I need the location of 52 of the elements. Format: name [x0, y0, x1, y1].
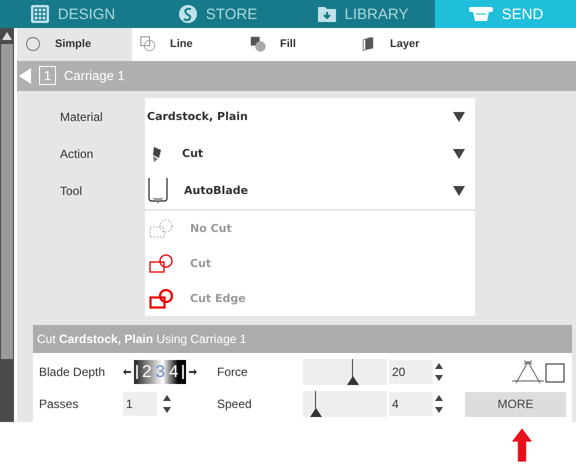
setting-dropdown[interactable]: AutoBlade: [145, 172, 475, 209]
passes-field[interactable]: 1: [123, 392, 157, 416]
blade-depth-dial[interactable]: 2 3 4: [134, 360, 186, 384]
scroll-bar[interactable]: [0, 28, 14, 422]
tool-holder-icon: [147, 178, 169, 204]
scroll-up-icon[interactable]: [2, 32, 12, 40]
dial-digit: 3: [155, 362, 165, 382]
cut-shapes-icon: [149, 254, 175, 274]
setting-dropdown[interactable]: Cardstock, Plain: [145, 98, 475, 135]
force-field[interactable]: 20: [389, 360, 433, 384]
slider-thumb[interactable]: [310, 408, 322, 417]
speed-slider[interactable]: [303, 391, 387, 417]
dial-digit: 4: [168, 362, 178, 382]
blade-depth-label: Blade Depth: [39, 365, 106, 379]
folder-download-icon: [316, 4, 337, 24]
spinner-icon[interactable]: [435, 394, 443, 414]
force-label: Force: [217, 365, 249, 379]
cutter-icon: [468, 5, 494, 23]
dropdown-value: Cardstock, Plain: [147, 110, 249, 123]
cut-summary-title: Cut Cardstock, Plain Using Carriage 1: [37, 332, 246, 346]
setting-dropdown[interactable]: Cut: [145, 135, 475, 172]
right-arrow-icon[interactable]: [189, 369, 198, 375]
up-arrow-icon: [512, 426, 532, 464]
speed-label: Speed: [217, 397, 253, 411]
dropdown-value: Cut: [181, 147, 204, 160]
more-button[interactable]: MORE: [465, 392, 566, 416]
dotted-shapes-icon: [149, 218, 175, 238]
dial-digit: 2: [142, 362, 152, 382]
caret-icon: [453, 186, 465, 196]
layers-icon: [360, 36, 376, 52]
spinner-icon[interactable]: [163, 394, 171, 414]
carriage-title: Carriage 1: [64, 68, 125, 84]
swirl-logo-icon: [178, 4, 198, 24]
grid-icon: [30, 4, 50, 24]
setting-label: Action: [59, 146, 94, 160]
left-arrow-icon[interactable]: [123, 369, 131, 375]
mode-tab[interactable]: Simple: [17, 28, 132, 61]
carriage-number: 1: [39, 66, 56, 86]
force-slider[interactable]: [303, 359, 387, 385]
caret-icon: [453, 148, 465, 158]
cut-edge-shapes-icon: [149, 288, 175, 308]
caret-icon: [453, 112, 465, 122]
setting-label: Tool: [59, 184, 84, 198]
triangle-square-icon: [510, 360, 566, 384]
spinner-icon[interactable]: [435, 362, 443, 382]
passes-label: Passes: [39, 397, 80, 411]
setting-label: Material: [59, 110, 104, 124]
filled-shapes-icon: [250, 36, 266, 52]
dropdown-value: AutoBlade: [183, 184, 250, 197]
overlap-shapes-icon: [140, 36, 156, 52]
speed-field[interactable]: 4: [389, 392, 433, 416]
circle-icon: [25, 36, 41, 52]
